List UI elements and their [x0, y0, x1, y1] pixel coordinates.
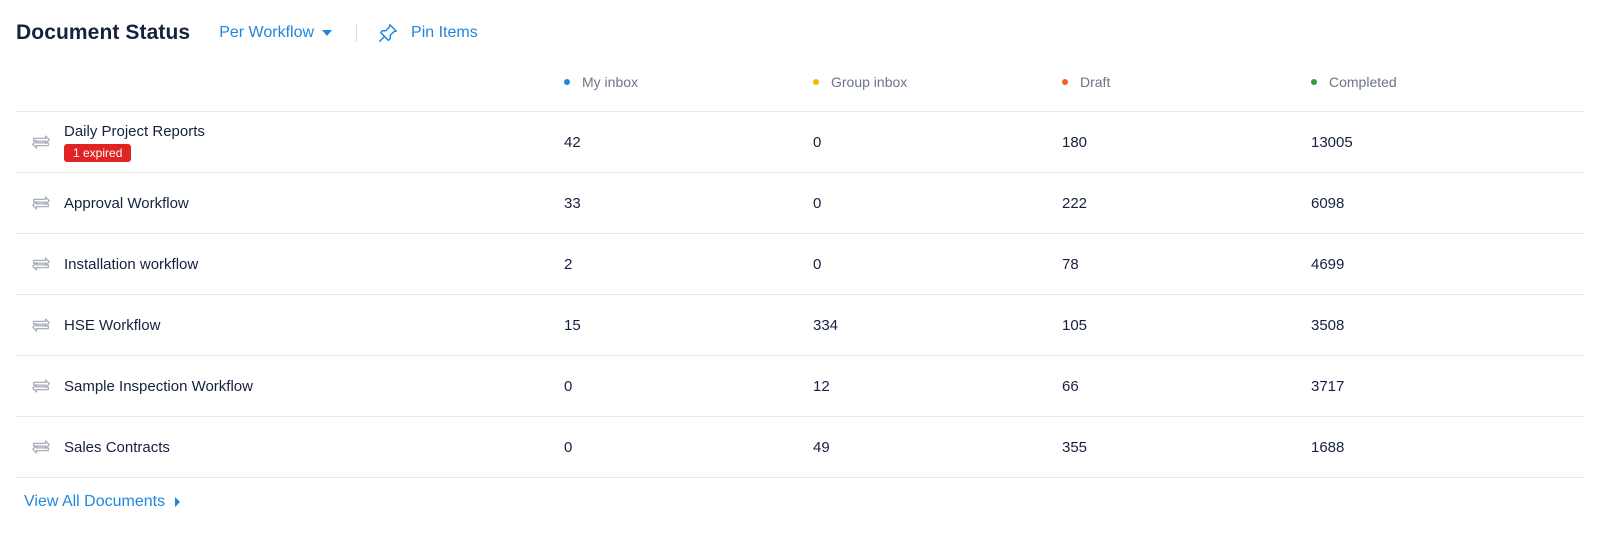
header-divider [356, 24, 358, 42]
workflow-icon [32, 257, 50, 271]
completed-count[interactable]: 13005 [1311, 112, 1353, 172]
table-row[interactable]: Approval Workflow 33 0 222 6098 [16, 173, 1584, 234]
pin-items-button[interactable]: Pin Items [377, 22, 478, 44]
pin-items-label: Pin Items [411, 24, 478, 41]
completed-dot-icon [1311, 79, 1317, 85]
document-status-table: My inbox Group inbox Draft Completed Dai… [16, 60, 1584, 478]
expired-badge: 1 expired [64, 143, 132, 162]
per-workflow-dropdown[interactable]: Per Workflow [219, 24, 333, 42]
workflow-name-cell: Daily Project Reports 1 expired [30, 112, 205, 172]
workflow-name[interactable]: Sample Inspection Workflow [64, 378, 253, 395]
group-inbox-dot-icon [813, 79, 819, 85]
my-inbox-count[interactable]: 2 [564, 234, 572, 294]
draft-count[interactable]: 180 [1062, 112, 1087, 172]
view-all-label: View All Documents [24, 493, 166, 510]
workflow-icon [32, 379, 50, 393]
table-row[interactable]: HSE Workflow 15 334 105 3508 [16, 295, 1584, 356]
workflow-name-cell: HSE Workflow [30, 295, 160, 355]
completed-count[interactable]: 4699 [1311, 234, 1344, 294]
completed-count[interactable]: 3508 [1311, 295, 1344, 355]
workflow-name[interactable]: Sales Contracts [64, 439, 170, 456]
table-row[interactable]: Sample Inspection Workflow 0 12 66 3717 [16, 356, 1584, 417]
group-inbox-count[interactable]: 0 [813, 112, 821, 172]
pin-icon [379, 24, 398, 42]
group-inbox-count[interactable]: 49 [813, 417, 830, 477]
my-inbox-count[interactable]: 33 [564, 173, 581, 233]
table-row[interactable]: Sales Contracts 0 49 355 1688 [16, 417, 1584, 478]
col-header-my-inbox: My inbox [564, 74, 638, 90]
caret-down-icon [322, 30, 333, 36]
page-title: Document Status [16, 21, 191, 44]
workflow-icon [32, 135, 50, 149]
my-inbox-count[interactable]: 42 [564, 112, 581, 172]
group-inbox-count[interactable]: 334 [813, 295, 838, 355]
group-inbox-count[interactable]: 12 [813, 356, 830, 416]
group-inbox-count[interactable]: 0 [813, 234, 821, 294]
draft-count[interactable]: 66 [1062, 356, 1079, 416]
completed-count[interactable]: 3717 [1311, 356, 1344, 416]
table-header: My inbox Group inbox Draft Completed [16, 60, 1584, 112]
group-inbox-count[interactable]: 0 [813, 173, 821, 233]
workflow-icon [32, 196, 50, 210]
workflow-name-cell: Sample Inspection Workflow [30, 356, 253, 416]
draft-dot-icon [1062, 79, 1068, 85]
workflow-name-cell: Installation workflow [30, 234, 198, 294]
draft-count[interactable]: 105 [1062, 295, 1087, 355]
workflow-name[interactable]: Installation workflow [64, 256, 198, 273]
workflow-icon [32, 440, 50, 454]
completed-count[interactable]: 1688 [1311, 417, 1344, 477]
my-inbox-count[interactable]: 0 [564, 356, 572, 416]
col-header-group-inbox: Group inbox [813, 74, 907, 90]
col-header-draft: Draft [1062, 74, 1110, 90]
workflow-name-block: Daily Project Reports 1 expired [64, 123, 205, 162]
workflow-name[interactable]: Daily Project Reports [64, 123, 205, 140]
my-inbox-count[interactable]: 0 [564, 417, 572, 477]
my-inbox-dot-icon [564, 79, 570, 85]
col-label: Draft [1080, 74, 1111, 90]
draft-count[interactable]: 78 [1062, 234, 1079, 294]
my-inbox-count[interactable]: 15 [564, 295, 581, 355]
col-label: Completed [1329, 74, 1397, 90]
table-row[interactable]: Installation workflow 2 0 78 4699 [16, 234, 1584, 295]
draft-count[interactable]: 222 [1062, 173, 1087, 233]
table-row[interactable]: Daily Project Reports 1 expired 42 0 180… [16, 112, 1584, 173]
dropdown-label: Per Workflow [219, 24, 315, 41]
workflow-name-cell: Approval Workflow [30, 173, 189, 233]
workflow-name[interactable]: HSE Workflow [64, 317, 160, 334]
workflow-name[interactable]: Approval Workflow [64, 195, 189, 212]
view-all-documents-link[interactable]: View All Documents [24, 493, 181, 511]
workflow-icon [32, 318, 50, 332]
col-label: My inbox [582, 74, 639, 90]
header: Document Status Per Workflow Pin Items [16, 18, 478, 48]
col-label: Group inbox [831, 74, 908, 90]
completed-count[interactable]: 6098 [1311, 173, 1344, 233]
draft-count[interactable]: 355 [1062, 417, 1087, 477]
workflow-name-cell: Sales Contracts [30, 417, 170, 477]
col-header-completed: Completed [1311, 74, 1397, 90]
chevron-right-icon [175, 497, 181, 507]
